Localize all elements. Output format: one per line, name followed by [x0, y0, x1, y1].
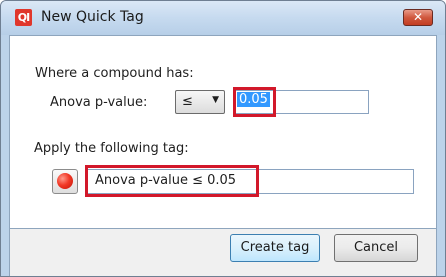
pvalue-threshold-value: 0.05	[237, 92, 270, 107]
operator-dropdown[interactable]: ≤ ▼	[175, 90, 225, 114]
create-tag-button[interactable]: Create tag	[230, 234, 320, 262]
cancel-button[interactable]: Cancel	[334, 234, 418, 262]
close-icon: ✕	[412, 10, 424, 24]
quick-tag-dialog: QI New Quick Tag ✕ Where a compound has:…	[0, 0, 446, 277]
dialog-body	[9, 35, 437, 229]
title-bar[interactable]: QI New Quick Tag ✕	[1, 1, 445, 35]
chevron-down-icon: ▼	[212, 95, 219, 105]
tag-name-value: Anova p-value ≤ 0.05	[95, 173, 237, 188]
dialog-title: New Quick Tag	[41, 9, 144, 25]
condition-heading: Where a compound has:	[35, 66, 194, 81]
tag-color-button[interactable]	[52, 169, 78, 194]
anova-pvalue-label: Anova p-value:	[50, 95, 148, 110]
tag-heading: Apply the following tag:	[34, 141, 189, 156]
tag-color-swatch-icon	[57, 173, 73, 189]
app-logo-icon: QI	[15, 9, 32, 26]
close-button[interactable]: ✕	[403, 9, 433, 26]
operator-value: ≤	[182, 94, 193, 109]
